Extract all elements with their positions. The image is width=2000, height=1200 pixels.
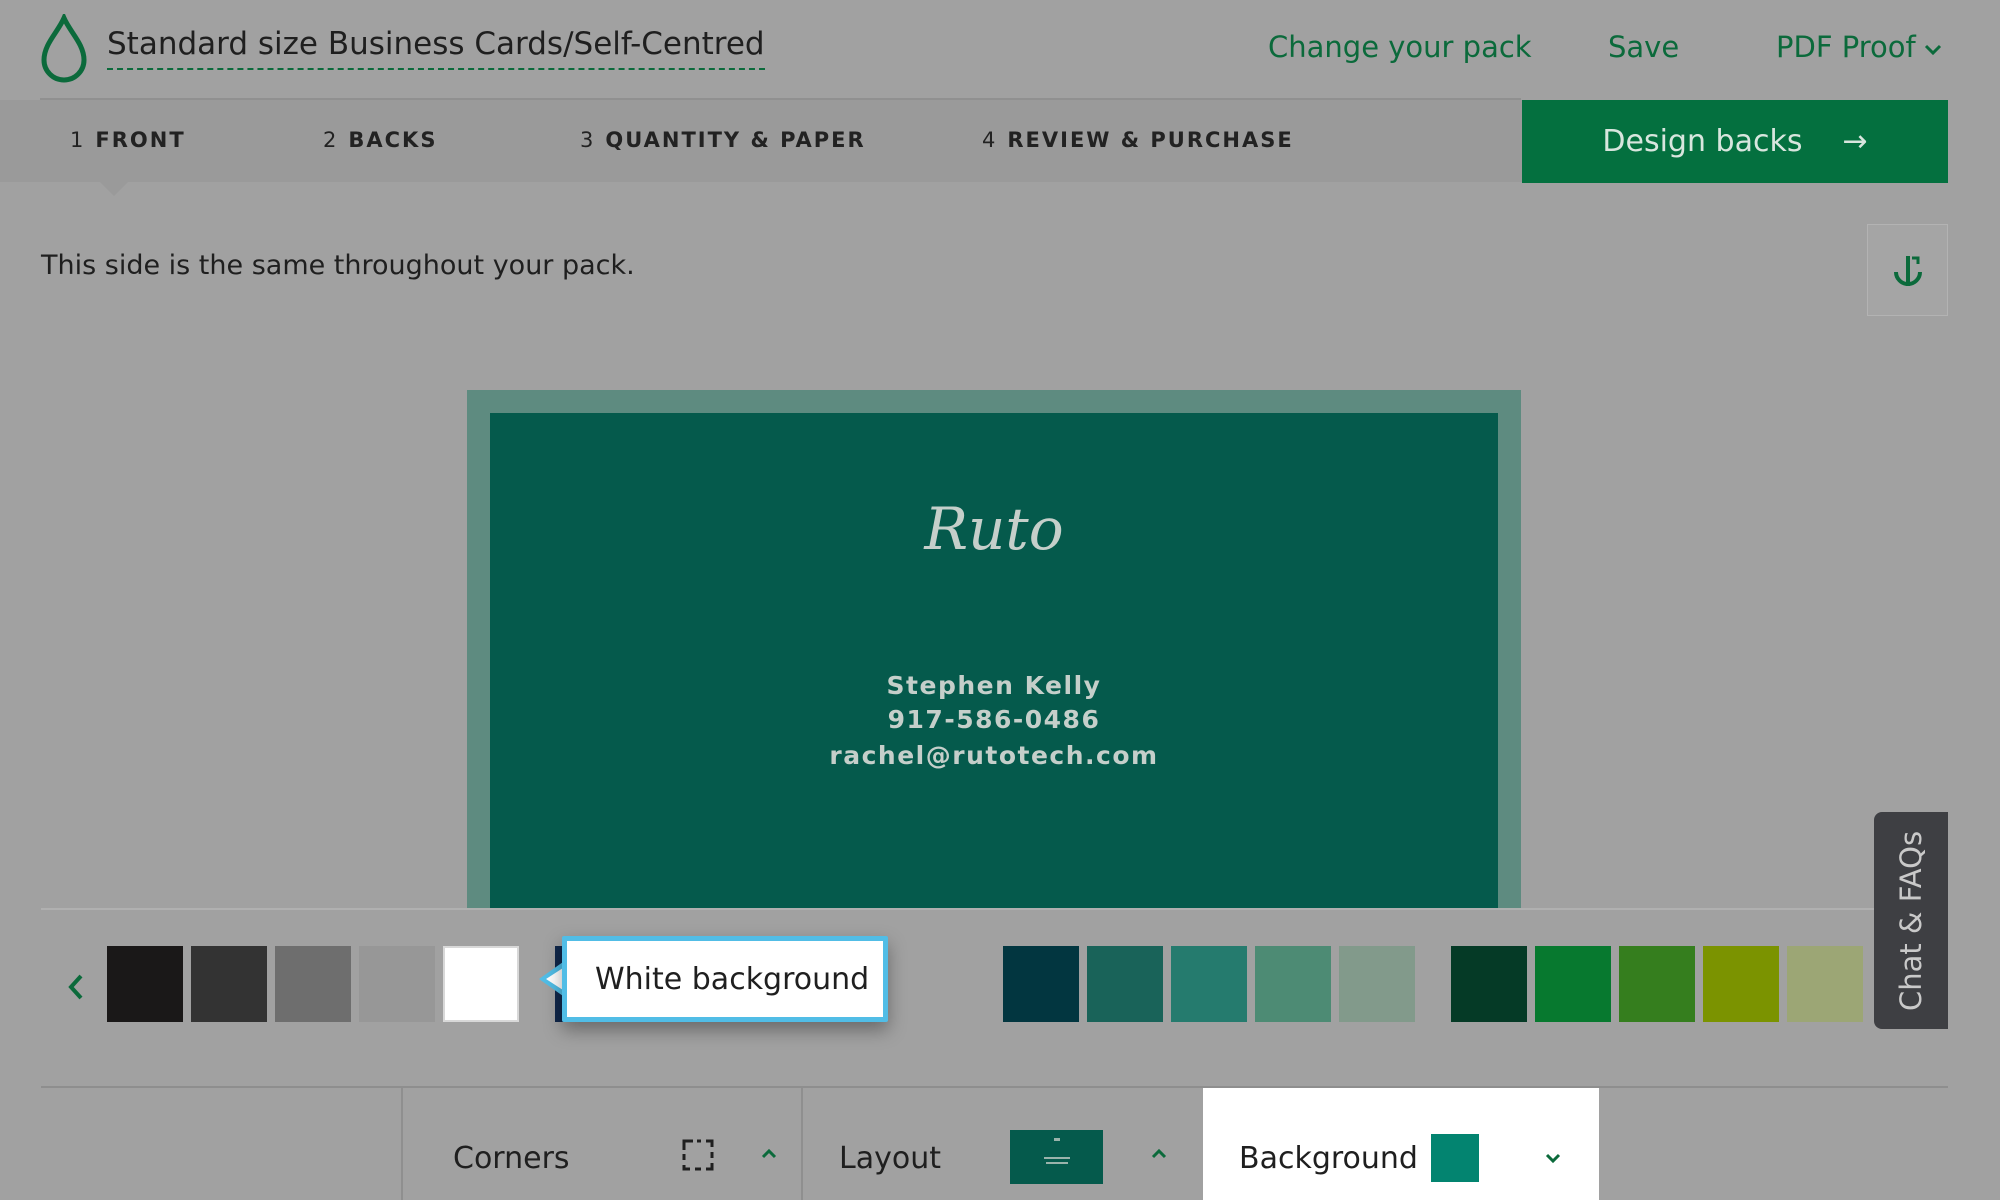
- layout-label: Layout: [839, 1141, 941, 1176]
- arrow-right-icon: →: [1842, 124, 1868, 159]
- corners-icon: [682, 1139, 714, 1171]
- swatch-leaf-green[interactable]: [1619, 946, 1695, 1022]
- swatch-sage[interactable]: [1339, 946, 1415, 1022]
- step-quantity-paper[interactable]: 3 QUANTITY & PAPER: [580, 128, 866, 152]
- business-card-preview[interactable]: Ruto Stephen Kelly 917-586-0486 rachel@r…: [490, 413, 1498, 908]
- step-label: QUANTITY & PAPER: [605, 128, 866, 152]
- step-front[interactable]: 1 FRONT: [70, 128, 186, 152]
- card-phone: 917-586-0486: [887, 705, 1101, 734]
- thumbnail-logo-mark: [1054, 1138, 1060, 1141]
- swatch-charcoal[interactable]: [191, 946, 267, 1022]
- swatch-khaki[interactable]: [1787, 946, 1863, 1022]
- swatch-forest[interactable]: [1451, 946, 1527, 1022]
- layout-tool[interactable]: Layout: [803, 1088, 1201, 1200]
- design-backs-button[interactable]: Design backs →: [1522, 100, 1948, 183]
- chevron-down-icon[interactable]: [1922, 38, 1944, 60]
- corners-label: Corners: [453, 1141, 570, 1176]
- info-text: This side is the same throughout your pa…: [41, 250, 635, 281]
- swatch-dark-gray[interactable]: [275, 946, 351, 1022]
- thumbnail-text-line: [1046, 1162, 1068, 1164]
- step-label: REVIEW & PURCHASE: [1007, 128, 1294, 152]
- chat-faqs-label: Chat & FAQs: [1894, 830, 1929, 1011]
- step-backs[interactable]: 2 BACKS: [323, 128, 437, 152]
- pdf-proof-link[interactable]: PDF Proof: [1776, 30, 1916, 64]
- background-tool[interactable]: Background: [1203, 1088, 1599, 1200]
- card-logo: Ruto: [924, 495, 1064, 563]
- logo-drop-icon[interactable]: [38, 14, 90, 84]
- card-name: Stephen Kelly: [886, 671, 1102, 700]
- step-number: 4: [982, 128, 996, 152]
- swatch-black[interactable]: [107, 946, 183, 1022]
- change-pack-link[interactable]: Change your pack: [1268, 30, 1532, 64]
- background-color-swatch: [1431, 1134, 1479, 1182]
- step-review-purchase[interactable]: 4 REVIEW & PURCHASE: [982, 128, 1294, 152]
- rotate-icon: [1893, 256, 1922, 286]
- chat-faqs-label-wrap[interactable]: Chat & FAQs: [1874, 812, 1948, 1029]
- chevron-up-icon: [761, 1148, 777, 1159]
- swatch-teal[interactable]: [1171, 946, 1247, 1022]
- background-label: Background: [1239, 1141, 1418, 1176]
- swatch-dark-teal[interactable]: [1003, 946, 1079, 1022]
- step-number: 2: [323, 128, 337, 152]
- swatch-olive[interactable]: [1703, 946, 1779, 1022]
- swatch-white[interactable]: [443, 946, 519, 1022]
- swatch-gray[interactable]: [359, 946, 435, 1022]
- design-backs-label: Design backs: [1602, 124, 1803, 159]
- tooltip-pointer-fill: [546, 968, 563, 990]
- step-label: FRONT: [95, 128, 186, 152]
- swatch-deep-teal[interactable]: [1087, 946, 1163, 1022]
- chevron-down-icon: [1545, 1153, 1561, 1164]
- step-number: 3: [580, 128, 594, 152]
- swatch-green[interactable]: [1535, 946, 1611, 1022]
- document-title[interactable]: Standard size Business Cards/Self-Centre…: [107, 26, 765, 70]
- rotate-button[interactable]: [1867, 224, 1948, 316]
- swatch-tooltip: White background: [562, 936, 888, 1022]
- save-link[interactable]: Save: [1608, 30, 1679, 64]
- thumbnail-text-line: [1044, 1157, 1070, 1159]
- card-email: rachel@rutotech.com: [829, 741, 1159, 770]
- layout-thumbnail: [1010, 1130, 1103, 1184]
- active-step-pointer: [100, 182, 128, 196]
- chevron-up-icon: [1151, 1148, 1167, 1159]
- chevron-left-icon[interactable]: [64, 972, 88, 1002]
- step-label: BACKS: [348, 128, 438, 152]
- corners-tool[interactable]: Corners: [403, 1088, 801, 1200]
- swatch-sea-green[interactable]: [1255, 946, 1331, 1022]
- step-number: 1: [70, 128, 84, 152]
